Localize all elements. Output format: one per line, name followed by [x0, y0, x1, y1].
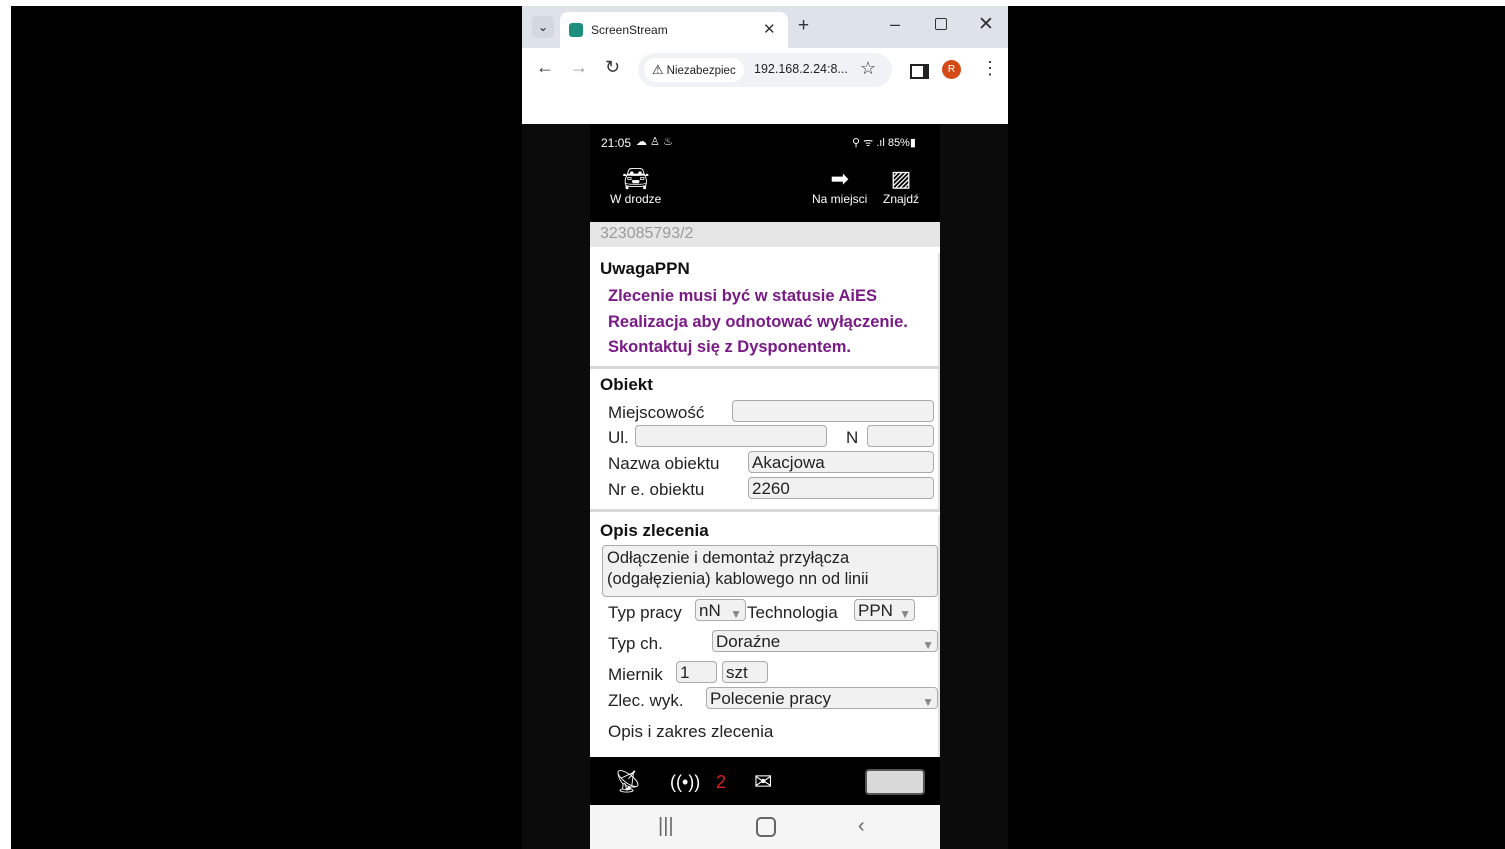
tab-close-icon[interactable]: ✕	[763, 20, 776, 38]
on-the-way-label: W drodze	[610, 192, 662, 206]
back-icon[interactable]: ←	[536, 57, 554, 78]
notice-title: UwagaPPN	[600, 259, 690, 278]
notice-line-2: Realizacja aby odnotować wyłączenie.	[608, 313, 908, 331]
work-type-select[interactable]: nN ▼	[695, 599, 746, 621]
description-textarea[interactable]: Odłączenie i demontaż przyłącza (odgałęz…	[602, 545, 938, 597]
description-title: Opis zlecenia	[600, 521, 709, 540]
window-close-button[interactable]: ✕	[978, 13, 994, 36]
map-search-icon: ▨	[890, 166, 912, 191]
reload-icon[interactable]: ↻	[605, 57, 620, 78]
order-exec-value: Polecenie pracy	[710, 689, 831, 708]
technology-label: Technologia	[747, 603, 838, 622]
meter-unit-input[interactable]: szt	[722, 661, 768, 683]
signal-icon[interactable]: ((•))	[670, 772, 700, 793]
back-nav-icon[interactable]: ‹	[858, 815, 865, 838]
type-ch-value: Doraźne	[716, 632, 781, 651]
new-tab-button[interactable]: +	[798, 15, 809, 37]
tab-strip: ⌄ ScreenStream ✕ + – ✕	[522, 6, 1008, 48]
number-label: N	[846, 428, 859, 447]
object-title: Obiekt	[600, 375, 653, 394]
minimize-button[interactable]: –	[890, 14, 900, 35]
forward-icon[interactable]: →	[570, 57, 588, 78]
type-ch-label: Typ ch.	[608, 634, 663, 653]
dropdown-arrow-icon: ▼	[899, 607, 911, 621]
find-button[interactable]: ▨ Znajdź	[883, 166, 919, 206]
mail-icon[interactable]: ✉	[754, 769, 772, 795]
url-text[interactable]: 192.168.2.24:8...	[754, 62, 848, 76]
browser-window: ⌄ ScreenStream ✕ + – ✕ ← → ↻ ⚠ Niezabezpi…	[522, 6, 1008, 849]
maximize-button[interactable]	[935, 18, 947, 30]
tab-screenstream[interactable]: ScreenStream ✕	[560, 12, 788, 48]
security-label: Niezabezpiec	[666, 65, 736, 77]
object-number-label: Nr e. obiektu	[608, 480, 705, 499]
scope-label: Opis i zakres zlecenia	[608, 722, 774, 741]
warning-triangle-icon: ⚠	[652, 62, 664, 77]
work-type-value: nN	[699, 601, 721, 620]
screenstream-favicon-icon	[569, 23, 583, 37]
street-label: Ul.	[608, 428, 629, 447]
app-toolbar: 🚘︎ W drodze ➡ Na miejsci ▨ Znajdź	[590, 158, 940, 222]
order-exec-label: Zlec. wyk.	[608, 691, 684, 710]
recent-apps-icon[interactable]: |||	[658, 815, 674, 838]
address-bar[interactable]: ⚠ Niezabezpiec 192.168.2.24:8... ☆	[638, 53, 892, 87]
bookmark-star-icon[interactable]: ☆	[860, 58, 876, 79]
signal-count-badge: 2	[716, 772, 727, 792]
street-input[interactable]	[635, 425, 827, 447]
work-type-label: Typ pracy	[608, 603, 682, 622]
technology-select[interactable]: PPN ▼	[854, 599, 915, 621]
description-section: Opis zlecenia Odłączenie i demontaż przy…	[590, 515, 940, 757]
security-chip[interactable]: ⚠ Niezabezpiec	[644, 58, 744, 82]
technology-value: PPN	[858, 601, 893, 620]
dropdown-arrow-icon: ▼	[730, 607, 742, 621]
browser-toolbar: ← → ↻ ⚠ Niezabezpiec 192.168.2.24:8... ☆ …	[522, 48, 1008, 88]
order-exec-select[interactable]: Polecenie pracy ▼	[706, 687, 938, 709]
on-site-button[interactable]: ➡ Na miejsci	[812, 166, 867, 206]
tab-search-button[interactable]: ⌄	[532, 16, 554, 38]
android-status-bar: 21:05 ☁ ♙ ♨ ⚲ ᯤ .ıl 85%▮	[590, 124, 940, 158]
arrow-right-icon: ➡	[830, 166, 849, 191]
meter-input[interactable]: 1	[676, 661, 717, 683]
phone-screen: 21:05 ☁ ♙ ♨ ⚲ ᯤ .ıl 85%▮ 🚘︎ W drodze ➡ N…	[590, 124, 940, 849]
battery-signal-status: ⚲ ᯤ .ıl 85%▮	[852, 137, 916, 149]
city-input[interactable]	[732, 400, 934, 422]
dropdown-arrow-icon: ▼	[922, 638, 934, 652]
object-number-input[interactable]: 2260	[748, 477, 934, 499]
notice-line-1: Zlecenie musi być w statusie AiES	[608, 287, 877, 305]
keyboard-icon[interactable]	[865, 769, 925, 795]
notification-icons: ☁ ♙ ♨	[636, 136, 673, 148]
object-name-label: Nazwa obiektu	[608, 454, 720, 473]
find-label: Znajdź	[883, 192, 920, 206]
car-icon: 🚘︎	[621, 166, 650, 191]
profile-avatar[interactable]: R	[942, 60, 961, 79]
object-section: Obiekt Miejscowość Ul. N Nazwa obiektu A…	[590, 369, 940, 512]
number-input[interactable]	[867, 425, 934, 447]
notice-line-3: Skontaktuj się z Dysponentem.	[608, 338, 851, 356]
order-id-bar: 323085793/2	[590, 222, 940, 248]
type-ch-select[interactable]: Doraźne ▼	[712, 630, 938, 652]
form-scroll-area[interactable]: UwagaPPN Zlecenie musi być w statusie Ai…	[590, 247, 940, 757]
home-icon[interactable]	[756, 817, 776, 837]
browser-menu-icon[interactable]: ⋮	[981, 58, 999, 79]
status-time: 21:05	[601, 136, 632, 150]
city-label: Miejscowość	[608, 403, 705, 422]
on-the-way-button[interactable]: 🚘︎ W drodze	[610, 166, 661, 206]
page-content: 21:05 ☁ ♙ ♨ ⚲ ᯤ .ıl 85%▮ 🚘︎ W drodze ➡ N…	[522, 124, 1008, 849]
meter-label: Miernik	[608, 665, 663, 684]
satellite-icon[interactable]: 📡︎	[614, 769, 642, 795]
side-panel-icon[interactable]	[910, 64, 929, 79]
on-site-label: Na miejsci	[812, 192, 868, 206]
order-id: 323085793/2	[600, 225, 694, 242]
android-nav-bar: ||| ‹	[590, 805, 940, 849]
notice-section: UwagaPPN Zlecenie musi być w statusie Ai…	[590, 253, 940, 369]
object-name-input[interactable]: Akacjowa	[748, 451, 934, 473]
tab-title: ScreenStream	[591, 23, 668, 37]
app-bottom-bar: 📡︎ ((•)) 2 ✉	[590, 757, 940, 805]
dropdown-arrow-icon: ▼	[922, 695, 934, 709]
